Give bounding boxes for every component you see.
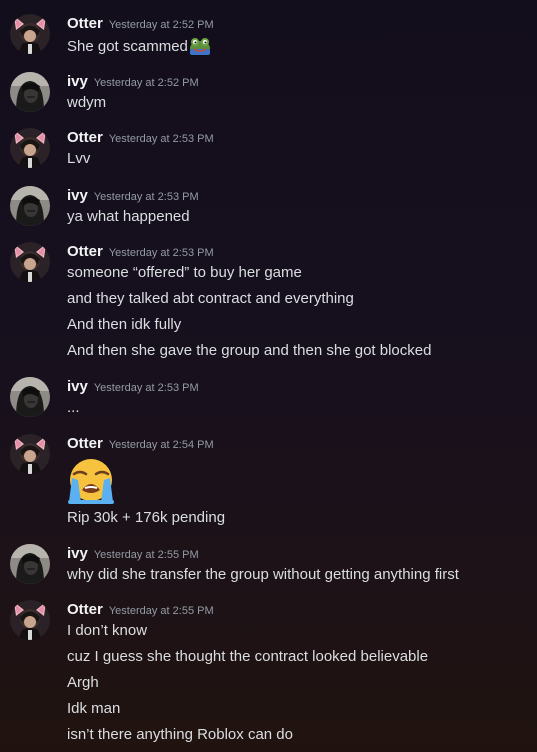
ivy-avatar-icon[interactable] — [10, 544, 50, 584]
message-timestamp: Yesterday at 2:53 PM — [108, 133, 214, 145]
message-timestamp: Yesterday at 2:52 PM — [93, 77, 199, 89]
message-timestamp: Yesterday at 2:53 PM — [93, 191, 199, 203]
message-line: ... — [67, 399, 80, 416]
otter-avatar-icon[interactable] — [10, 242, 50, 282]
author-name[interactable]: Otter — [67, 129, 103, 146]
message-header: Otter Yesterday at 2:52 PM — [67, 14, 214, 34]
loudly-crying-face-emoji-icon — [66, 456, 116, 506]
ivy-avatar-icon[interactable] — [10, 72, 50, 112]
message-header: Otter Yesterday at 2:53 PM — [67, 242, 214, 262]
message-line: And then she gave the group and then she… — [67, 342, 432, 359]
author-name[interactable]: Otter — [67, 435, 103, 452]
message-line: isn’t there anything Roblox can do — [67, 726, 293, 743]
message-header: ivy Yesterday at 2:53 PM — [67, 186, 199, 206]
message-timestamp: Yesterday at 2:52 PM — [108, 19, 214, 31]
ivy-avatar-icon[interactable] — [10, 186, 50, 226]
author-name[interactable]: ivy — [67, 187, 88, 204]
author-name[interactable]: ivy — [67, 545, 88, 562]
ivy-avatar-icon[interactable] — [10, 377, 50, 417]
message-line: why did she transfer the group without g… — [67, 566, 459, 583]
message-line: I don’t know — [67, 622, 148, 639]
message-line: ya what happened — [67, 208, 190, 225]
message-header: Otter Yesterday at 2:53 PM — [67, 128, 214, 148]
message-line: wdym — [67, 94, 107, 111]
message-header: ivy Yesterday at 2:52 PM — [67, 72, 199, 92]
otter-avatar-icon[interactable] — [10, 128, 50, 168]
message-line: Rip 30k + 176k pending — [67, 509, 226, 526]
message-line: Idk man — [67, 700, 121, 717]
author-name[interactable]: ivy — [67, 378, 88, 395]
message-timestamp: Yesterday at 2:53 PM — [93, 382, 199, 394]
message-line: someone “offered” to buy her game — [67, 264, 302, 281]
message-line: Lvv — [67, 150, 91, 167]
message-line: Argh — [67, 674, 99, 691]
message-line: And then idk fully — [67, 316, 182, 333]
author-name[interactable]: ivy — [67, 73, 88, 90]
message-line: cuz I guess she thought the contract loo… — [67, 648, 429, 665]
message-timestamp: Yesterday at 2:54 PM — [108, 439, 214, 451]
message-text: She got scammed — [67, 38, 188, 55]
author-name[interactable]: Otter — [67, 601, 103, 618]
message-header: Otter Yesterday at 2:55 PM — [67, 600, 214, 620]
otter-avatar-icon[interactable] — [10, 14, 50, 54]
message-timestamp: Yesterday at 2:53 PM — [108, 247, 214, 259]
author-name[interactable]: Otter — [67, 15, 103, 32]
frog-emoji-icon — [189, 35, 211, 55]
author-name[interactable]: Otter — [67, 243, 103, 260]
chat-log: Otter Yesterday at 2:52 PM She got scamme… — [0, 0, 537, 752]
message-line: She got scammed — [67, 35, 211, 58]
message-line: and they talked abt contract and everyth… — [67, 290, 354, 307]
message-header: Otter Yesterday at 2:54 PM — [67, 434, 214, 454]
message-header: ivy Yesterday at 2:55 PM — [67, 544, 199, 564]
otter-avatar-icon[interactable] — [10, 434, 50, 474]
message-timestamp: Yesterday at 2:55 PM — [108, 605, 214, 617]
message-header: ivy Yesterday at 2:53 PM — [67, 377, 199, 397]
message-timestamp: Yesterday at 2:55 PM — [93, 549, 199, 561]
otter-avatar-icon[interactable] — [10, 600, 50, 640]
